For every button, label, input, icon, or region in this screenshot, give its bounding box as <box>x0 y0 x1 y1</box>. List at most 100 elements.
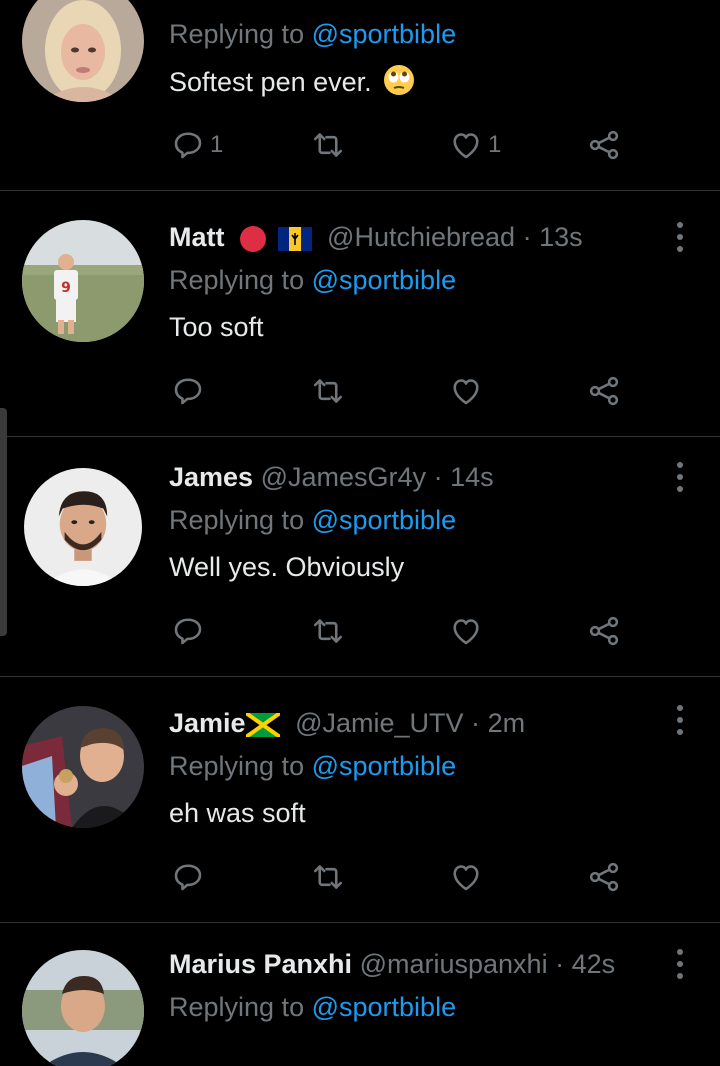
tweet-actions <box>170 857 640 897</box>
retweet-button[interactable] <box>310 611 346 651</box>
reply-context: Replying to @sportbible <box>169 263 456 297</box>
avatar[interactable] <box>24 468 142 586</box>
display-name[interactable]: Matt <box>169 222 225 252</box>
reply-count: 1 <box>210 131 224 158</box>
share-button[interactable] <box>586 371 622 411</box>
reply-prefix: Replying to <box>169 505 305 535</box>
share-button[interactable] <box>586 611 622 651</box>
display-name[interactable]: Jamie <box>169 708 246 738</box>
reply-context: Replying to @sportbible <box>169 17 456 51</box>
share-icon <box>589 616 619 646</box>
tweet-header: Marius Panxhi @mariuspanxhi · 42s <box>169 947 615 981</box>
tweet[interactable]: James @JamesGr4y · 14s Replying to @spor… <box>0 437 720 676</box>
timestamp[interactable]: 13s <box>539 222 583 252</box>
more-options-button[interactable] <box>668 460 692 494</box>
tweet[interactable]: 9 Matt @Hutchiebread · 13s Replying to @… <box>0 191 720 436</box>
display-name[interactable]: James <box>169 462 253 492</box>
like-button[interactable]: 1 <box>448 125 501 165</box>
separator-dot: · <box>471 708 481 738</box>
tweet[interactable]: Replying to @sportbible Softest pen ever… <box>0 0 720 190</box>
mention-link[interactable]: @sportbible <box>312 265 456 295</box>
share-icon <box>589 130 619 160</box>
separator-dot: · <box>522 222 532 252</box>
reply-context: Replying to @sportbible <box>169 503 456 537</box>
separator-dot: · <box>555 949 565 979</box>
reply-prefix: Replying to <box>169 992 305 1022</box>
tweet-text: Too soft <box>169 312 264 342</box>
mention-link[interactable]: @sportbible <box>312 992 456 1022</box>
reply-icon <box>174 132 202 159</box>
reply-context: Replying to @sportbible <box>169 749 456 783</box>
avatar[interactable]: 9 <box>22 220 144 342</box>
share-button[interactable] <box>586 857 622 897</box>
more-vertical-icon <box>677 949 683 979</box>
tweet-actions: 1 1 <box>170 125 640 165</box>
tweet-header: James @JamesGr4y · 14s <box>169 460 494 494</box>
tweet-header: Matt @Hutchiebread · 13s <box>169 220 583 254</box>
retweet-icon <box>313 619 343 643</box>
reply-prefix: Replying to <box>169 265 305 295</box>
retweet-icon <box>313 865 343 889</box>
timestamp[interactable]: 14s <box>450 462 494 492</box>
edge-panel-handle[interactable] <box>0 408 7 636</box>
share-icon <box>589 376 619 406</box>
tweet-text: Well yes. Obviously <box>169 552 405 582</box>
reply-context: Replying to @sportbible <box>169 990 456 1024</box>
share-button[interactable] <box>586 125 622 165</box>
mention-link[interactable]: @sportbible <box>312 505 456 535</box>
reply-button[interactable] <box>170 857 206 897</box>
user-handle[interactable]: @JamesGr4y <box>261 462 426 492</box>
retweet-button[interactable] <box>310 371 346 411</box>
tweet-text: eh was soft <box>169 798 306 828</box>
display-name[interactable]: Marius Panxhi <box>169 949 352 979</box>
reply-icon <box>174 618 202 645</box>
retweet-button[interactable] <box>310 125 346 165</box>
reply-icon <box>174 378 202 405</box>
retweet-icon <box>313 133 343 157</box>
like-button[interactable] <box>448 857 484 897</box>
reply-icon <box>174 864 202 891</box>
heart-icon <box>453 379 479 405</box>
tweet[interactable]: Marius Panxhi @mariuspanxhi · 42s Replyi… <box>0 923 720 1066</box>
timestamp[interactable]: 42s <box>572 949 616 979</box>
avatar[interactable] <box>22 0 144 102</box>
svg-text:9: 9 <box>61 280 71 296</box>
more-options-button[interactable] <box>668 220 692 254</box>
rolling-eyes-emoji-icon <box>384 65 415 95</box>
like-button[interactable] <box>448 371 484 411</box>
reply-button[interactable] <box>170 371 206 411</box>
reply-prefix: Replying to <box>169 751 305 781</box>
user-handle[interactable]: @mariuspanxhi <box>360 949 548 979</box>
tweet-text: Softest pen ever. <box>169 64 415 99</box>
jamaica-flag-icon <box>245 712 280 737</box>
mention-link[interactable]: @sportbible <box>312 751 456 781</box>
tweet[interactable]: Jamie @Jamie_UTV · 2m Replying to @sport… <box>0 677 720 922</box>
more-options-button[interactable] <box>668 947 692 981</box>
reply-button[interactable]: 1 <box>170 125 223 165</box>
avatar[interactable] <box>22 706 144 828</box>
share-icon <box>589 862 619 892</box>
heart-icon <box>453 865 479 891</box>
heart-icon <box>453 619 479 645</box>
tweet-header: Jamie @Jamie_UTV · 2m <box>169 706 525 740</box>
avatar[interactable] <box>22 950 144 1066</box>
reply-button[interactable] <box>170 611 206 651</box>
like-count: 1 <box>488 131 502 158</box>
user-handle[interactable]: @Jamie_UTV <box>295 708 463 738</box>
like-button[interactable] <box>448 611 484 651</box>
more-options-button[interactable] <box>668 703 692 737</box>
user-handle[interactable]: @Hutchiebread <box>327 222 515 252</box>
more-vertical-icon <box>677 462 683 492</box>
red-circle-icon <box>240 225 267 252</box>
tweet-actions <box>170 611 640 651</box>
retweet-button[interactable] <box>310 857 346 897</box>
heart-icon <box>453 133 479 159</box>
separator-dot: · <box>433 462 443 492</box>
barbados-flag-icon <box>277 226 312 251</box>
reply-prefix: Replying to <box>169 19 305 49</box>
timestamp[interactable]: 2m <box>488 708 526 738</box>
retweet-icon <box>313 379 343 403</box>
mention-link[interactable]: @sportbible <box>312 19 456 49</box>
more-vertical-icon <box>677 705 683 735</box>
tweet-actions <box>170 371 640 411</box>
